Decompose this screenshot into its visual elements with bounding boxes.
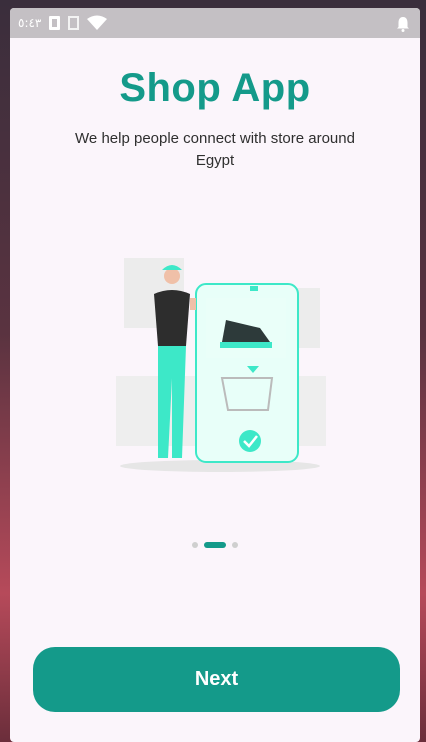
wifi-icon	[87, 15, 108, 31]
page-dot-1	[192, 542, 198, 548]
next-button[interactable]: Next	[33, 647, 400, 712]
status-time: ٥:٤٣	[18, 16, 42, 30]
person-head	[164, 268, 180, 284]
person-pants	[158, 346, 186, 458]
sneaker-sole	[220, 342, 272, 348]
app-screen: ٥:٤٣ Shop App We help people connect wit…	[10, 8, 420, 742]
checkmark-icon	[239, 430, 261, 452]
page-indicator	[10, 542, 420, 548]
app-title: Shop App	[119, 66, 311, 110]
status-bar: ٥:٤٣	[10, 8, 420, 38]
person-shirt	[154, 290, 190, 346]
page-dot-2-active	[204, 542, 226, 548]
sim-card-icon	[49, 16, 61, 30]
page-dot-3	[232, 542, 238, 548]
no-sim-icon	[68, 16, 80, 30]
shopping-illustration	[116, 258, 326, 472]
person-hand	[190, 298, 196, 310]
notification-bell-icon	[396, 16, 410, 32]
phone-camera	[250, 286, 258, 291]
onboarding-subtitle: We help people connect with store around…	[75, 130, 355, 169]
